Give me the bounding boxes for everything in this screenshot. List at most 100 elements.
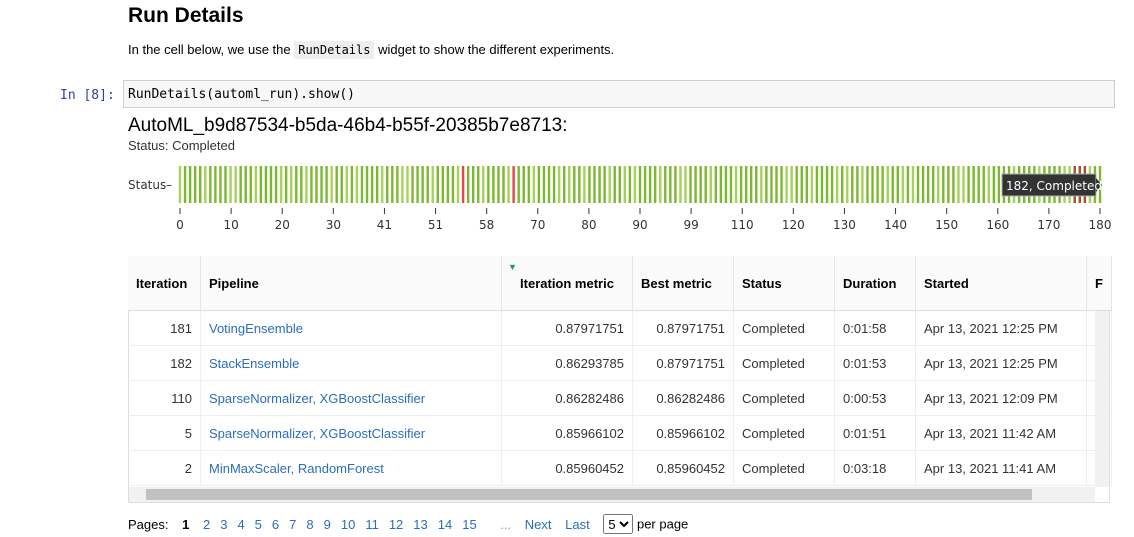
page-link[interactable]: 9 [324, 517, 331, 532]
status-bar[interactable] [734, 166, 738, 203]
pipeline-link[interactable]: StackEnsemble [209, 356, 299, 371]
table-row[interactable]: 181 VotingEnsemble 0.87971751 0.87971751 Com… [128, 310, 1112, 346]
status-bar[interactable] [552, 166, 556, 203]
table-row[interactable]: 110 SparseNormalizer, XGBoostClassifier 0.… [128, 380, 1112, 416]
code-cell[interactable]: RunDetails(automl_run).show() [123, 80, 1115, 108]
status-bar[interactable] [901, 166, 905, 203]
status-bar[interactable] [375, 166, 379, 203]
status-bar[interactable] [335, 166, 338, 203]
status-bar[interactable] [891, 166, 894, 203]
status-bar[interactable] [406, 166, 409, 203]
status-bar[interactable] [699, 166, 702, 203]
status-bar[interactable] [426, 166, 429, 203]
table-row[interactable]: 182 StackEnsemble 0.86293785 0.87971751 Comp… [128, 345, 1112, 381]
status-bar[interactable] [305, 166, 308, 203]
status-bar[interactable] [840, 166, 844, 203]
status-bar[interactable] [967, 166, 970, 203]
page-link[interactable]: 4 [237, 517, 244, 532]
column-header[interactable]: Duration [834, 256, 916, 311]
next-page-link[interactable]: Next [525, 517, 552, 532]
status-bar[interactable] [234, 166, 237, 203]
status-bar[interactable] [547, 166, 551, 203]
status-bar[interactable] [593, 166, 596, 203]
status-bar[interactable] [987, 166, 990, 203]
status-bar[interactable] [471, 166, 475, 203]
status-bar[interactable] [689, 166, 692, 203]
status-bar[interactable] [739, 166, 743, 203]
status-bar[interactable] [557, 166, 561, 203]
status-bar[interactable] [653, 166, 657, 203]
status-bar[interactable] [391, 166, 394, 203]
status-bar[interactable] [674, 166, 677, 203]
status-bar[interactable] [643, 166, 647, 203]
status-bar[interactable] [300, 166, 303, 203]
pipeline-link[interactable]: SparseNormalizer, XGBoostClassifier [209, 426, 425, 441]
status-bar[interactable] [926, 166, 930, 203]
status-bar[interactable] [451, 166, 455, 203]
status-bar[interactable] [669, 166, 672, 203]
status-bar[interactable] [775, 166, 778, 203]
status-bar[interactable] [709, 166, 712, 203]
status-bar[interactable] [193, 166, 197, 203]
status-bar[interactable] [517, 166, 520, 203]
status-bar[interactable] [780, 166, 783, 203]
status-bar[interactable] [274, 166, 278, 203]
page-link[interactable]: 11 [365, 517, 379, 532]
status-bar[interactable] [315, 166, 318, 203]
status-bar[interactable] [209, 166, 212, 203]
status-bar[interactable] [446, 166, 450, 203]
status-bar[interactable] [436, 166, 440, 203]
status-bar[interactable] [461, 166, 465, 203]
status-bar[interactable] [618, 166, 621, 203]
status-bar[interactable] [896, 166, 900, 203]
status-bar[interactable] [431, 166, 434, 203]
status-bar[interactable] [416, 166, 419, 203]
column-header[interactable]: Pipeline [200, 256, 502, 311]
status-bar[interactable] [421, 166, 424, 203]
column-header[interactable]: Iteration [128, 256, 201, 311]
page-link[interactable]: 6 [272, 517, 279, 532]
status-bar[interactable] [608, 166, 611, 203]
status-bar[interactable] [411, 166, 414, 203]
status-bar[interactable] [527, 166, 530, 203]
status-bar[interactable] [386, 166, 389, 203]
status-bar[interactable] [790, 166, 793, 203]
status-bar[interactable] [224, 166, 227, 203]
status-bar[interactable] [249, 166, 252, 203]
status-bar[interactable] [588, 166, 591, 203]
column-header[interactable]: ▼ Iteration metric [501, 256, 633, 311]
status-bar[interactable] [401, 166, 404, 203]
status-bar[interactable] [310, 166, 313, 203]
last-page-link[interactable]: Last [565, 517, 590, 532]
status-bar[interactable] [512, 166, 515, 203]
horizontal-scrollbar[interactable] [129, 487, 1095, 502]
column-header[interactable]: Started [915, 256, 1087, 311]
pipeline-link[interactable]: VotingEnsemble [209, 321, 303, 336]
status-bar[interactable] [997, 166, 1001, 203]
status-bar[interactable] [204, 166, 207, 203]
table-row[interactable]: 2 MinMaxScaler, RandomForest 0.85960452 0.8… [128, 450, 1112, 486]
status-bar[interactable] [972, 166, 975, 203]
status-bar[interactable] [360, 166, 364, 203]
status-bar[interactable] [603, 166, 606, 203]
status-bar[interactable] [345, 166, 349, 203]
status-bar[interactable] [320, 166, 323, 203]
status-bar[interactable] [800, 166, 803, 203]
status-bar[interactable] [573, 166, 576, 203]
status-bar[interactable] [269, 166, 273, 203]
status-bar[interactable] [679, 166, 682, 203]
status-bar[interactable] [760, 166, 763, 203]
status-bar[interactable] [188, 166, 192, 203]
scrollbar-thumb[interactable] [146, 489, 1032, 500]
status-bar[interactable] [937, 166, 940, 203]
page-link[interactable]: 14 [438, 517, 452, 532]
status-bar[interactable] [568, 166, 571, 203]
status-bar[interactable] [492, 166, 495, 203]
status-bar[interactable] [542, 166, 546, 203]
status-bar[interactable] [846, 166, 849, 203]
status-bar[interactable] [254, 166, 258, 203]
status-bar[interactable] [871, 166, 874, 203]
status-bar[interactable] [825, 166, 829, 203]
status-bar[interactable] [962, 166, 965, 203]
status-bar[interactable] [295, 166, 298, 203]
